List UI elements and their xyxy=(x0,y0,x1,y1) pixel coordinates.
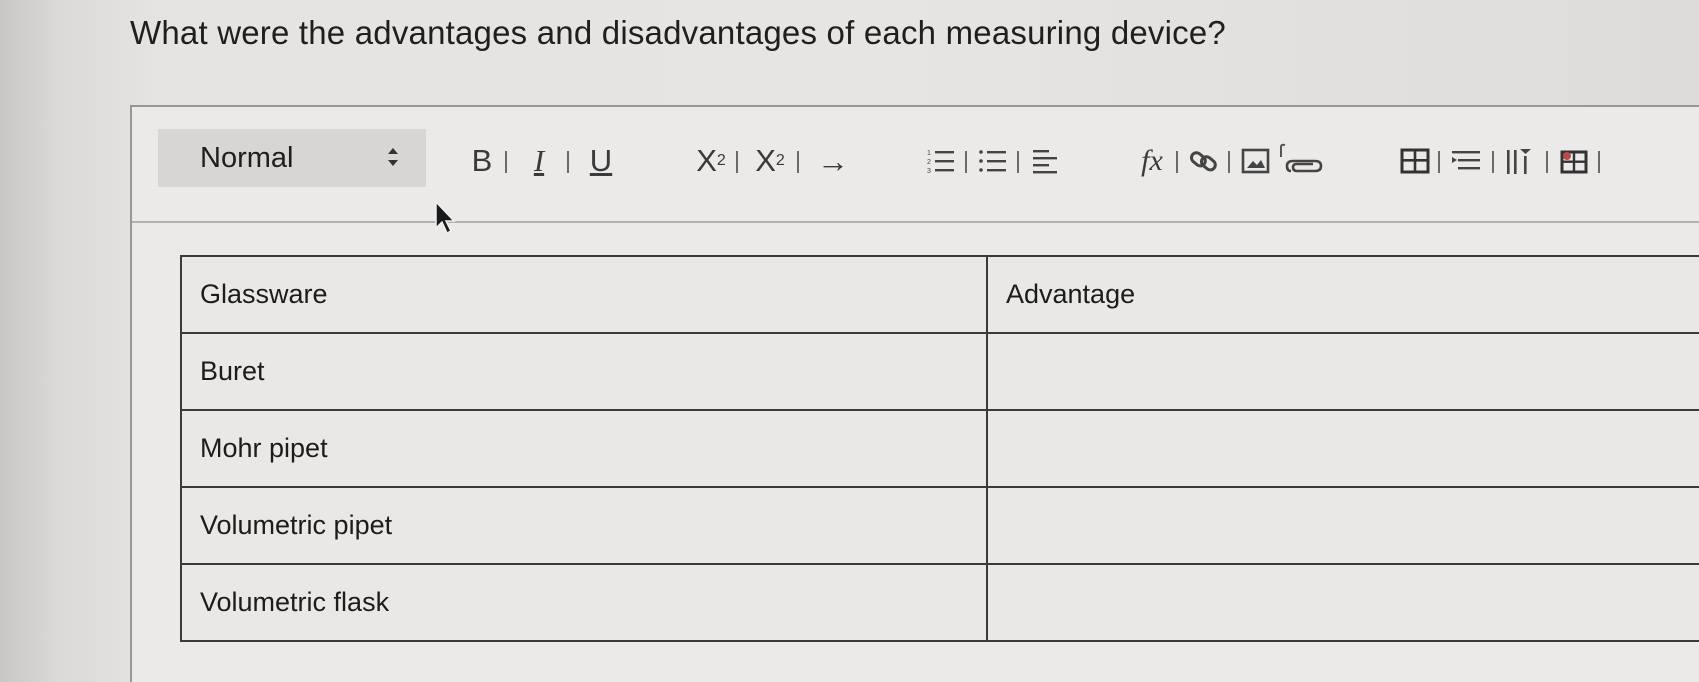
toolbar-divider xyxy=(1546,151,1548,173)
advantage-cell[interactable] xyxy=(986,486,1699,565)
glassware-cell[interactable]: Volumetric pipet xyxy=(180,486,988,565)
advantage-cell[interactable] xyxy=(986,409,1699,488)
row-button[interactable] xyxy=(1448,141,1484,181)
subscript-button[interactable]: X2 xyxy=(690,141,732,181)
advantage-cell[interactable] xyxy=(986,563,1699,642)
bold-button[interactable]: B xyxy=(468,141,496,181)
format-select[interactable]: Normal xyxy=(158,129,426,187)
svg-text:1: 1 xyxy=(927,150,931,157)
superscript-digit: 2 xyxy=(775,152,785,169)
column-button[interactable] xyxy=(1502,141,1538,181)
underline-label: U xyxy=(589,143,613,178)
cell-icon xyxy=(1560,150,1588,174)
toolbar-divider xyxy=(567,151,569,173)
table-header-row: Glassware Advantage xyxy=(180,255,1699,334)
image-button[interactable] xyxy=(1238,141,1274,181)
page: What were the advantages and disadvantag… xyxy=(0,0,1699,682)
toolbar-divider xyxy=(1492,151,1494,173)
glassware-cell[interactable]: Buret xyxy=(180,332,988,411)
toolbar-divider xyxy=(1438,151,1440,173)
attachment-button[interactable] xyxy=(1276,141,1326,181)
glassware-table[interactable]: Glassware Advantage Buret Mohr pipet Vol… xyxy=(180,255,1699,642)
ordered-list-button[interactable]: 1 2 3 xyxy=(924,141,958,181)
toolbar-divider xyxy=(1598,151,1600,173)
align-icon xyxy=(1033,150,1057,174)
unordered-list-button[interactable] xyxy=(976,141,1010,181)
superscript-label: X xyxy=(755,143,776,178)
table-icon xyxy=(1400,148,1430,174)
cell-button[interactable] xyxy=(1556,141,1592,181)
rich-text-editor[interactable]: Normal B I U X2 X 2 → 1 2 3 fx Glassware… xyxy=(130,105,1699,682)
attachment-icon xyxy=(1280,143,1323,173)
format-select-value: Normal xyxy=(200,141,294,174)
italic-button[interactable]: I xyxy=(524,141,554,181)
svg-text:3: 3 xyxy=(927,168,931,175)
glassware-cell[interactable]: Volumetric flask xyxy=(180,563,988,642)
advantage-cell[interactable] xyxy=(986,332,1699,411)
svg-text:2: 2 xyxy=(927,159,931,166)
toolbar-divider xyxy=(505,151,507,173)
unordered-list-icon xyxy=(979,150,1006,172)
subscript-label: X xyxy=(696,143,717,178)
link-button[interactable] xyxy=(1186,141,1222,181)
toolbar-divider xyxy=(1017,151,1019,173)
header-advantage[interactable]: Advantage xyxy=(986,255,1699,334)
column-icon xyxy=(1507,149,1531,174)
formula-icon: fx xyxy=(1141,144,1163,177)
table-button[interactable] xyxy=(1398,141,1432,181)
italic-label: I xyxy=(533,143,545,178)
toolbar-divider xyxy=(965,151,967,173)
toolbar-divider xyxy=(1176,151,1178,173)
table-row: Mohr pipet xyxy=(180,409,1699,488)
select-chevron-icon xyxy=(386,143,400,171)
ordered-list-icon: 1 2 3 xyxy=(927,150,954,175)
table-row: Buret xyxy=(180,332,1699,411)
align-button[interactable] xyxy=(1028,141,1062,181)
underline-button[interactable]: U xyxy=(584,141,618,181)
table-row: Volumetric pipet xyxy=(180,486,1699,565)
toolbar-divider xyxy=(1228,151,1230,173)
editor-toolbar: Normal B I U X2 X 2 → 1 2 3 fx xyxy=(132,107,1699,223)
superscript-button[interactable]: X2 xyxy=(750,141,790,181)
arrow-button[interactable]: → xyxy=(808,141,858,181)
table-row: Volumetric flask xyxy=(180,563,1699,642)
glassware-cell[interactable]: Mohr pipet xyxy=(180,409,988,488)
header-glassware[interactable]: Glassware xyxy=(180,255,988,334)
toolbar-divider xyxy=(736,151,738,173)
image-icon xyxy=(1241,148,1270,174)
toolbar-divider xyxy=(797,151,799,173)
mouse-pointer-icon xyxy=(434,200,460,241)
subscript-digit: 2 xyxy=(716,152,726,169)
question-text: What were the advantages and disadvantag… xyxy=(130,14,1226,51)
arrow-label: → xyxy=(817,142,849,179)
link-icon xyxy=(1189,151,1217,172)
row-icon xyxy=(1452,151,1480,170)
bold-label: B xyxy=(471,143,493,178)
formula-button[interactable]: fx xyxy=(1132,141,1172,181)
